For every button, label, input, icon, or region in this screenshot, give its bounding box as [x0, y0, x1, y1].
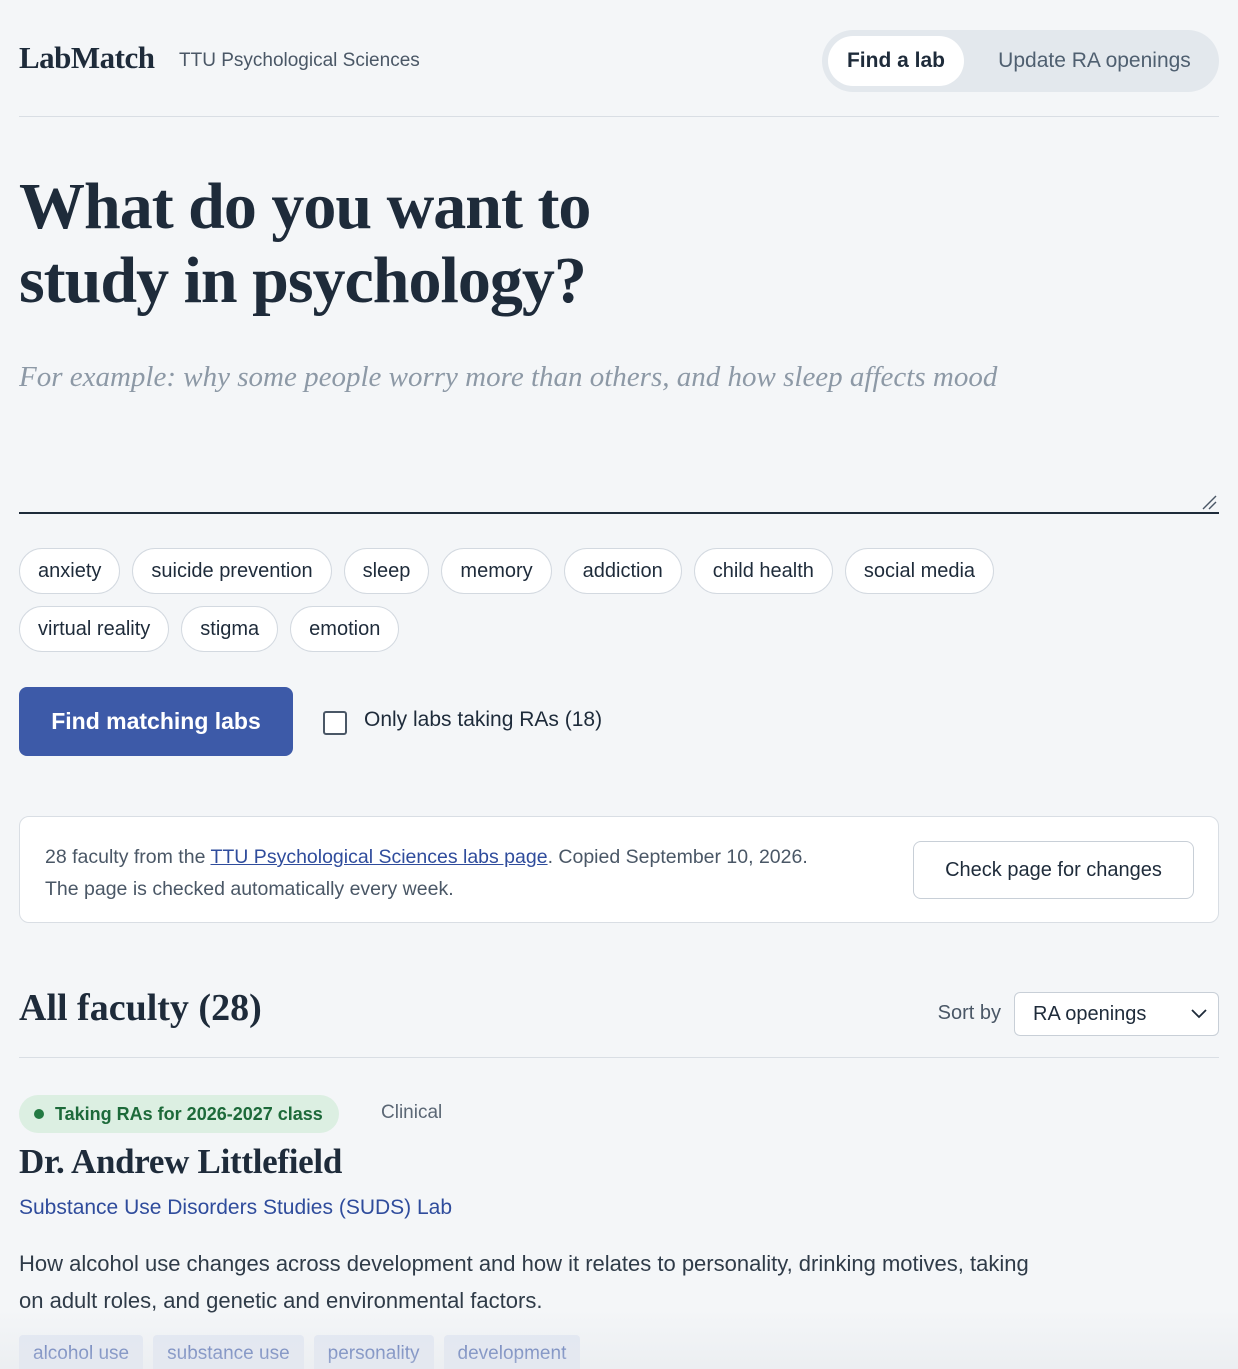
check-page-for-changes-button[interactable]: Check page for changes	[913, 841, 1194, 899]
page-title-line-2: study in psychology?	[19, 244, 587, 317]
lab-link[interactable]: Substance Use Disorders Studies (SUDS) L…	[19, 1196, 452, 1220]
source-info-box: 28 faculty from the TTU Psychological Sc…	[19, 816, 1219, 923]
faculty-area: Clinical	[381, 1102, 443, 1123]
faculty-name: Dr. Andrew Littlefield	[19, 1142, 342, 1181]
status-dot-icon	[34, 1109, 44, 1119]
topic-chip[interactable]: addiction	[563, 548, 682, 594]
lab-tag: substance use	[153, 1335, 304, 1369]
topic-chip-row: virtual reality stigma emotion	[19, 606, 1119, 652]
labs-page-link[interactable]: TTU Psychological Sciences labs page	[210, 846, 547, 868]
ra-filter-label[interactable]: Only labs taking RAs (18)	[364, 708, 602, 732]
page-title-line-1: What do you want to	[19, 170, 591, 243]
lab-tag: personality	[313, 1335, 434, 1369]
sort-selected-value: RA openings	[1033, 1003, 1147, 1025]
topic-chip[interactable]: child health	[693, 548, 833, 594]
app-logo[interactable]: LabMatch	[19, 40, 155, 76]
info-check-frequency: The page is checked automatically every …	[45, 878, 454, 900]
lab-tags: alcohol use substance use personality de…	[19, 1335, 581, 1369]
topic-chip[interactable]: memory	[441, 548, 552, 594]
ra-status-badge: Taking RAs for 2026-2027 class	[19, 1095, 339, 1133]
research-interest-input[interactable]	[19, 355, 1219, 514]
sort-label: Sort by	[937, 1002, 1001, 1024]
topic-chip[interactable]: sleep	[343, 548, 430, 594]
nav-toggle: Find a lab Update RA openings	[822, 30, 1219, 92]
lab-description: How alcohol use changes across developme…	[19, 1251, 1029, 1313]
topic-chip[interactable]: social media	[844, 548, 995, 594]
page: LabMatch TTU Psychological Sciences Find…	[19, 0, 1219, 1369]
results-title: All faculty (28)	[19, 987, 262, 1029]
ra-status-text: Taking RAs for 2026-2027 class	[55, 1104, 323, 1124]
topic-chip[interactable]: virtual reality	[19, 606, 170, 652]
topic-chip-row: anxiety suicide prevention sleep memory …	[19, 548, 1119, 594]
topic-chip[interactable]: emotion	[290, 606, 400, 652]
topic-chips: anxiety suicide prevention sleep memory …	[19, 548, 1119, 664]
department-name: TTU Psychological Sciences	[179, 50, 420, 71]
source-info-text: 28 faculty from the TTU Psychological Sc…	[45, 841, 905, 905]
sort-select[interactable]: RA openings	[1014, 992, 1219, 1036]
topic-chip[interactable]: stigma	[181, 606, 279, 652]
find-matching-labs-button[interactable]: Find matching labs	[19, 687, 293, 756]
info-copied-date: . Copied September 10, 2026.	[547, 846, 808, 868]
topic-chip[interactable]: anxiety	[19, 548, 121, 594]
resize-handle-icon[interactable]	[1201, 494, 1217, 510]
topic-chip[interactable]: suicide prevention	[132, 548, 332, 594]
top-header: LabMatch TTU Psychological Sciences Find…	[19, 0, 1219, 117]
nav-update-ra-openings[interactable]: Update RA openings	[982, 36, 1207, 86]
chevron-down-icon	[1191, 1009, 1207, 1019]
results-header: All faculty (28) Sort by RA openings	[19, 980, 1219, 1058]
nav-find-lab[interactable]: Find a lab	[828, 36, 964, 86]
info-prefix: 28 faculty from the	[45, 846, 211, 868]
lab-tag: alcohol use	[19, 1335, 144, 1369]
lab-tag: development	[443, 1335, 581, 1369]
ra-filter-checkbox[interactable]	[323, 711, 347, 735]
page-title: What do you want to study in psychology?	[19, 170, 719, 318]
